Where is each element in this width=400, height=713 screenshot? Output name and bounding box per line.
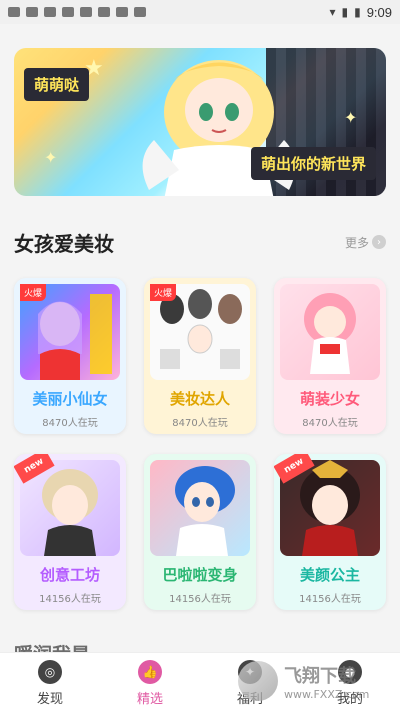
download-icon: [44, 7, 56, 17]
game-card[interactable]: 巴啦啦变身 14156人在玩: [144, 454, 256, 610]
banner[interactable]: ★ ✦ ✦ 萌萌哒 萌出你的新世界: [14, 48, 386, 196]
banner-tag-bottom: 萌出你的新世界: [250, 147, 376, 180]
game-name: 美颜公主: [299, 566, 360, 584]
star-icon: ✦: [344, 108, 358, 127]
players-count: 14156人在玩: [299, 594, 361, 605]
game-card[interactable]: new 创意工坊 14156人在玩: [14, 454, 126, 610]
tab-label: 精选: [136, 691, 163, 707]
game-name: 美丽小仙女: [32, 390, 108, 408]
app-icon: [134, 7, 146, 17]
battery-icon: ▮: [354, 5, 361, 19]
app-icon: [116, 7, 128, 17]
status-bar: ▾ ▮ ▮ 9:09: [0, 0, 400, 24]
players-count: 8470人在玩: [172, 418, 228, 429]
players-count: 8470人在玩: [302, 418, 358, 429]
tab-label: 发现: [36, 691, 63, 707]
section-header: 女孩爱美妆 更多 ›: [14, 228, 386, 256]
notification-icon: [26, 7, 38, 17]
game-thumbnail: [280, 284, 380, 380]
watermark: 飞翔下载 www.FXXZ.com: [238, 656, 388, 706]
wifi-icon: ▾: [329, 5, 336, 19]
section-title: 女孩爱美妆: [14, 231, 114, 256]
players-count: 14156人在玩: [39, 594, 101, 605]
game-name: 萌装少女: [299, 390, 360, 408]
status-right: ▾ ▮ ▮ 9:09: [329, 5, 392, 20]
hot-badge: 火爆: [20, 284, 47, 301]
notification-icon: [8, 7, 20, 17]
game-card[interactable]: new 美颜公主 14156人在玩: [274, 454, 386, 610]
game-name: 巴啦啦变身: [162, 566, 238, 584]
hot-badge: 火爆: [150, 284, 177, 301]
status-left-icons: [8, 7, 146, 17]
more-label: 更多: [344, 235, 369, 250]
players-count: 8470人在玩: [42, 418, 98, 429]
players-count: 14156人在玩: [169, 594, 231, 605]
watermark-url: www.FXXZ.com: [284, 687, 370, 701]
game-thumbnail: [150, 460, 250, 556]
game-card[interactable]: 火爆 美妆达人 8470人在玩: [144, 278, 256, 434]
watermark-title: 飞翔下载: [284, 665, 356, 687]
game-card[interactable]: 萌装少女 8470人在玩: [274, 278, 386, 434]
tab-discover[interactable]: ◎ 发现: [0, 653, 100, 713]
compass-icon: ◎: [38, 659, 62, 684]
thumbs-up-icon: 👍: [138, 659, 162, 684]
banner-tag-top: 萌萌哒: [24, 68, 90, 101]
app-icon: [98, 7, 110, 17]
watermark-logo: [238, 661, 278, 701]
bag-icon: [80, 7, 92, 17]
signal-icon: ▮: [341, 5, 349, 19]
download-icon: [62, 7, 74, 17]
game-name: 创意工坊: [39, 566, 100, 584]
star-icon: ✦: [44, 148, 58, 167]
more-link[interactable]: 更多 ›: [345, 234, 386, 251]
game-name: 美妆达人: [169, 390, 230, 408]
tab-featured[interactable]: 👍 精选: [100, 653, 200, 713]
chevron-right-icon: ›: [372, 235, 386, 249]
clock: 9:09: [366, 4, 392, 20]
game-card[interactable]: 火爆 美丽小仙女 8470人在玩: [14, 278, 126, 434]
